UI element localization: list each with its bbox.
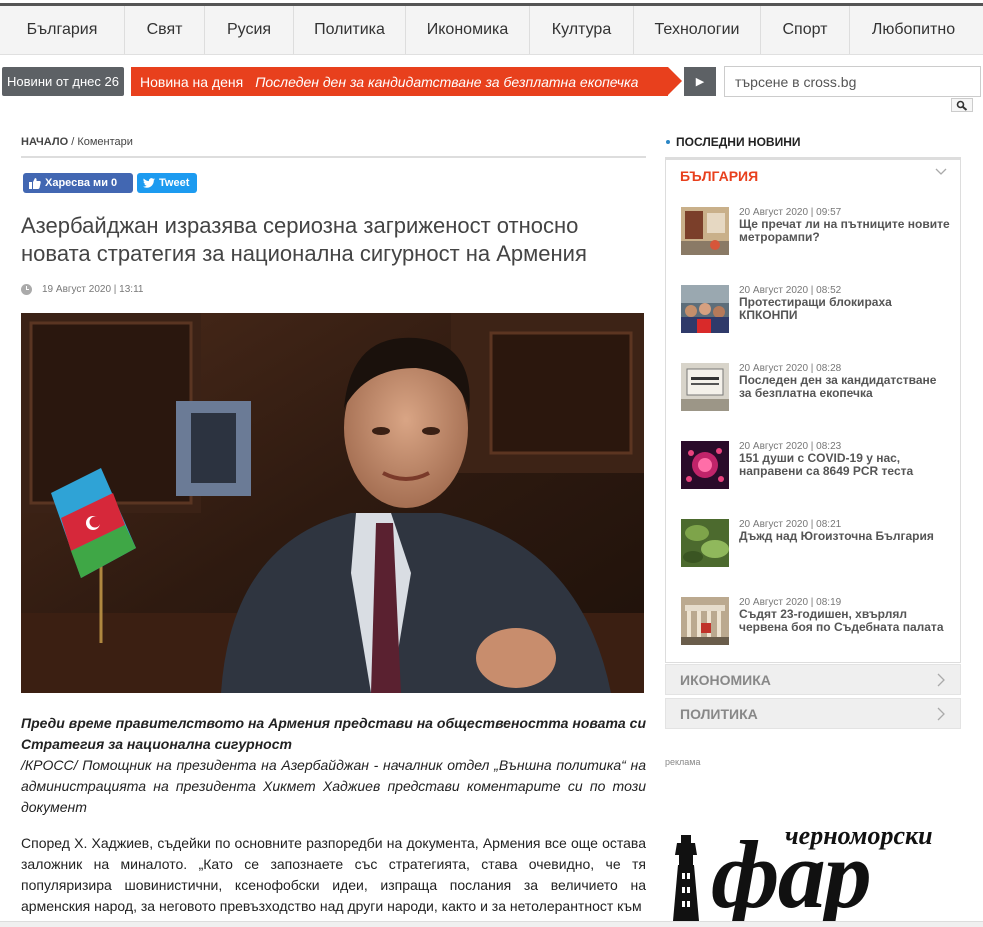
facebook-like-button[interactable]: Харесва ми 0: [23, 173, 133, 193]
nav-item-5[interactable]: Култура: [530, 6, 634, 54]
article-date: 19 Август 2020 | 13:11: [21, 284, 143, 295]
article-body: Според Х. Хаджиев, съдейки по основните …: [21, 835, 646, 914]
banner-arrow-shape: [668, 67, 682, 95]
thumbs-up-icon: [29, 177, 41, 189]
news-title-link[interactable]: Последен ден за кандидатстване за безпла…: [739, 374, 951, 400]
category-tab-politics-label: ПОЛИТИКА: [680, 705, 758, 722]
news-item[interactable]: 20 Август 2020 | 08:21 Дъжд над Югоизточн…: [681, 519, 951, 569]
portrait-photo: [21, 313, 644, 693]
search-input[interactable]: [724, 66, 981, 97]
article-lead-text: /КРОСС/ Помощник на президента на Азерба…: [21, 757, 646, 815]
article-lead-bold: Преди време правителството на Армения пр…: [21, 715, 646, 752]
breadcrumb-current[interactable]: Коментари: [77, 136, 133, 148]
category-tab-bulgaria[interactable]: БЪЛГАРИЯ: [680, 168, 758, 184]
chevron-right-icon: [937, 707, 945, 721]
news-title-link[interactable]: 151 души с COVID-19 у нас, направени са …: [739, 452, 951, 478]
tweet-label: Tweet: [159, 177, 190, 189]
ad-logo-main-text: фар: [711, 821, 872, 927]
news-item[interactable]: 20 Август 2020 | 08:28 Последен ден за ка…: [681, 363, 951, 413]
ticker-row: Новини от днес 26 Новина на деня Последе…: [0, 64, 983, 98]
play-icon: ▶: [695, 76, 705, 88]
bottom-scroll-bar: [0, 921, 983, 927]
news-thumbnail[interactable]: [681, 519, 729, 567]
news-of-the-day-label: Новина на деня: [140, 73, 244, 90]
twitter-bird-icon: [143, 178, 155, 188]
article-title: Азербайджан изразява сериозна загриженос…: [21, 213, 587, 266]
article-lead: Преди време правителството на Армения пр…: [21, 713, 646, 818]
category-tab-economy[interactable]: ИКОНОМИКА: [665, 664, 961, 695]
chevron-right-icon: [937, 673, 945, 687]
latest-news-heading: ПОСЛЕДНИ НОВИНИ: [666, 135, 801, 149]
news-item[interactable]: 20 Август 2020 | 08:23 151 души с COVID-1…: [681, 441, 951, 491]
category-tab-politics[interactable]: ПОЛИТИКА: [665, 698, 961, 729]
news-title-link[interactable]: Дъжд над Югоизточна България: [739, 530, 951, 543]
tweet-button[interactable]: Tweet: [137, 173, 197, 193]
bullet-dot-icon: [666, 140, 670, 144]
facebook-like-label: Харесва ми 0: [45, 177, 118, 189]
news-thumbnail[interactable]: [681, 363, 729, 411]
breadcrumb-separator: /: [71, 136, 75, 148]
article-date-text: 19 Август 2020 | 13:11: [42, 284, 144, 295]
nav-item-6[interactable]: Технологии: [634, 6, 761, 54]
ticker-next-button[interactable]: ▶: [684, 67, 716, 96]
breadcrumb-home-link[interactable]: НАЧАЛО: [21, 136, 68, 148]
nav-item-0[interactable]: България: [0, 6, 125, 54]
news-thumbnail[interactable]: [681, 441, 729, 489]
news-item[interactable]: 20 Август 2020 | 09:57 Ще пречат ли на пъ…: [681, 207, 951, 257]
news-item[interactable]: 20 Август 2020 | 08:19 Съдят 23-годишен, …: [681, 597, 951, 647]
advertisement-chernomorski-far[interactable]: черноморски фар: [665, 815, 961, 925]
latest-news-title: ПОСЛЕДНИ НОВИНИ: [676, 135, 801, 149]
article-hero-image: [21, 313, 644, 693]
nav-item-4[interactable]: Икономика: [406, 6, 530, 54]
nav-item-3[interactable]: Политика: [294, 6, 406, 54]
clock-icon: [21, 284, 32, 295]
news-item[interactable]: 20 Август 2020 | 08:52 Протестиращи блоки…: [681, 285, 951, 335]
news-title-link[interactable]: Съдят 23-годишен, хвърлял червена боя по…: [739, 608, 951, 634]
news-title-link[interactable]: Ще пречат ли на пътниците новите метрора…: [739, 218, 951, 244]
news-of-the-day-headline[interactable]: Последен ден за кандидатстване за безпла…: [255, 74, 638, 90]
news-thumbnail[interactable]: [681, 207, 729, 255]
news-title-link[interactable]: Протестиращи блокираха КПКОНПИ: [739, 296, 951, 322]
breadcrumb-divider: [21, 156, 646, 158]
breadcrumb: НАЧАЛО / Коментари: [21, 136, 133, 148]
nav-item-1[interactable]: Свят: [125, 6, 205, 54]
nav-item-2[interactable]: Русия: [205, 6, 294, 54]
nav-item-7[interactable]: Спорт: [761, 6, 850, 54]
top-navigation: България Свят Русия Политика Икономика Култур…: [0, 3, 983, 55]
ad-label: реклама: [665, 757, 701, 767]
chevron-down-icon[interactable]: [935, 166, 947, 178]
news-thumbnail[interactable]: [681, 285, 729, 333]
category-tab-economy-label: ИКОНОМИКА: [680, 671, 771, 688]
today-news-button[interactable]: Новини от днес 26: [2, 67, 124, 96]
nav-item-8[interactable]: Любопитно: [850, 6, 977, 54]
search-button[interactable]: [951, 98, 973, 112]
search-icon: [956, 100, 968, 111]
news-of-the-day-banner[interactable]: Новина на деня Последен ден за кандидатс…: [131, 67, 668, 96]
news-thumbnail[interactable]: [681, 597, 729, 645]
